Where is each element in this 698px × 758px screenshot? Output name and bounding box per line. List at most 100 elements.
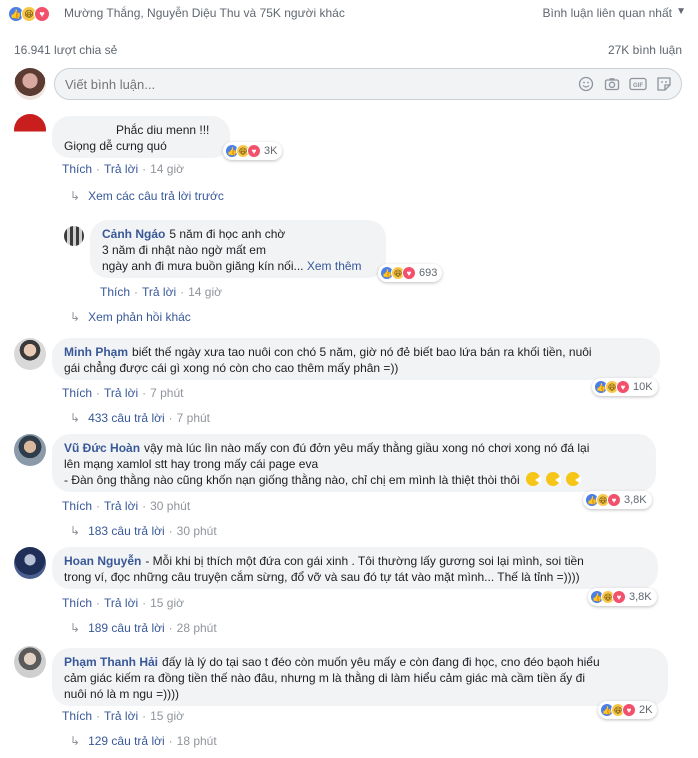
reply-button[interactable]: Trả lời: [104, 596, 138, 610]
view-previous-replies[interactable]: ↳ Xem các câu trả lời trước: [70, 189, 224, 203]
camera-icon[interactable]: [603, 75, 621, 93]
view-replies[interactable]: ↳ 183 câu trả lời · 30 phút: [70, 524, 217, 538]
reaction-names[interactable]: Mường Thắng, Nguyễn Diệu Thu và 75K ngườ…: [64, 6, 345, 20]
sort-dropdown[interactable]: Bình luận liên quan nhất: [543, 6, 672, 20]
comment-count[interactable]: 27K bình luận: [608, 43, 682, 57]
like-button[interactable]: Thích: [62, 162, 92, 176]
like-button[interactable]: Thích: [62, 709, 92, 723]
comment-text: nuôi nó là m ngu =)))): [64, 687, 180, 701]
reply-arrow-icon: ↳: [70, 734, 81, 748]
comment-text: cảm giác kiếm ra đồng tiền thế nào đâu, …: [64, 671, 585, 685]
comment-bubble: Phạm Thanh Hải đấy là lý do tại sao t đéo…: [52, 648, 668, 706]
comment-time[interactable]: 15 giờ: [150, 709, 184, 723]
love-icon: ♥: [402, 266, 416, 280]
comment-author[interactable]: Hoan Nguyễn: [64, 554, 141, 568]
comment-text: đấy là lý do tại sao t đéo còn muốn yêu …: [162, 655, 600, 669]
comment-author[interactable]: Cảnh Ngáo: [102, 227, 165, 241]
love-icon: ♥: [247, 144, 261, 158]
reply-button[interactable]: Trả lời: [104, 386, 138, 400]
comment-time[interactable]: 14 giờ: [188, 285, 222, 299]
comment-input[interactable]: [65, 77, 465, 92]
comment-author[interactable]: Minh Phạm: [64, 345, 128, 359]
avatar[interactable]: [14, 547, 46, 579]
comment-actions: Thích · Trả lời · 7 phút: [62, 386, 184, 400]
avatar[interactable]: [64, 226, 84, 246]
reply-button[interactable]: Trả lời: [142, 285, 176, 299]
like-button[interactable]: Thích: [100, 285, 130, 299]
comment-actions: Thích · Trả lời · 15 giờ: [62, 596, 184, 610]
comment-time[interactable]: 14 giờ: [150, 162, 184, 176]
comment-time[interactable]: 15 giờ: [150, 596, 184, 610]
comment-time[interactable]: 7 phút: [150, 386, 183, 400]
reply-arrow-icon: ↳: [70, 189, 81, 203]
gif-icon[interactable]: GIF: [629, 75, 647, 93]
comment-actions: Thích · Trả lời · 15 giờ: [62, 709, 184, 723]
current-user-avatar: [14, 68, 46, 100]
comment-actions: Thích · Trả lời · 14 giờ: [62, 162, 184, 176]
comment-bubble: Minh Phạm biết thế ngày xưa tao nuôi con …: [52, 338, 660, 380]
comment-bubble: Vũ Đức Hoàn vậy mà lúc lìn nào mấy con đú…: [52, 434, 656, 492]
avatar[interactable]: [14, 434, 46, 466]
comment-bubble: Cảnh Ngáo 5 năm đi học anh chờ 3 năm đi n…: [90, 220, 386, 278]
comment-text: - Mỗi khi bị thích một đứa con gái xinh …: [145, 554, 584, 568]
comment-author[interactable]: Phạm Thanh Hải: [64, 655, 158, 669]
reaction-badge[interactable]: 👍 😆 ♥ 3,8K: [588, 588, 657, 606]
comment-actions: Thích · Trả lời · 30 phút: [62, 499, 191, 513]
reply-button[interactable]: Trả lời: [104, 709, 138, 723]
reply-arrow-icon: ↳: [70, 310, 81, 324]
like-button[interactable]: Thích: [62, 499, 92, 513]
reply-arrow-icon: ↳: [70, 524, 81, 538]
reaction-badge[interactable]: 👍 😆 ♥ 3,8K: [583, 491, 652, 509]
comment-text: Giọng dễ cưng quó: [64, 139, 167, 153]
like-button[interactable]: Thích: [62, 386, 92, 400]
pacman-emoji-icon: [565, 472, 581, 486]
sticker-icon[interactable]: [655, 75, 673, 93]
view-replies[interactable]: ↳ 129 câu trả lời · 18 phút: [70, 734, 217, 748]
comment-composer: GIF: [54, 68, 682, 100]
comment-time[interactable]: 30 phút: [150, 499, 190, 513]
avatar[interactable]: [14, 114, 46, 146]
comment-text: - Đàn ông thằng nào cũng khốn nạn giống …: [64, 473, 520, 487]
reply-button[interactable]: Trả lời: [104, 499, 138, 513]
love-icon: ♥: [622, 703, 636, 717]
like-button[interactable]: Thích: [62, 596, 92, 610]
see-more-link[interactable]: Xem thêm: [307, 259, 362, 273]
comment-bubble: Phắc diu menn !!! Giọng dễ cưng quó: [52, 116, 230, 158]
svg-text:GIF: GIF: [633, 83, 643, 89]
love-icon: ♥: [34, 6, 50, 22]
reaction-badge[interactable]: 👍 😆 ♥ 10K: [592, 378, 658, 396]
reactions-summary-bar: 👍 😆 ♥ Mường Thắng, Nguyễn Diệu Thu và 75…: [0, 0, 698, 28]
emoji-icon[interactable]: [577, 75, 595, 93]
chevron-down-icon[interactable]: ▼: [676, 6, 686, 17]
reply-button[interactable]: Trả lời: [104, 162, 138, 176]
view-replies[interactable]: ↳ 189 câu trả lời · 28 phút: [70, 621, 217, 635]
comment-text: biết thế ngày xưa tao nuôi con chó 5 năm…: [132, 345, 592, 359]
view-more-replies[interactable]: ↳ Xem phản hồi khác: [70, 310, 191, 324]
reply-arrow-icon: ↳: [70, 411, 81, 425]
comment-text: 3 năm đi nhật nào ngờ mất em: [102, 243, 266, 257]
love-icon: ♥: [612, 590, 626, 604]
avatar[interactable]: [14, 646, 46, 678]
comment-text: ngày anh đi mưa buồn giăng kín nối...: [102, 259, 304, 273]
reaction-badge[interactable]: 👍 😆 ♥ 693: [378, 264, 443, 282]
love-icon: ♥: [616, 380, 630, 394]
love-icon: ♥: [607, 493, 621, 507]
comment-text: 5 năm đi học anh chờ: [169, 227, 286, 241]
reply-arrow-icon: ↳: [70, 621, 81, 635]
reaction-icons[interactable]: 👍 😆 ♥: [8, 6, 50, 22]
pacman-emoji-icon: [525, 472, 541, 486]
comment-text: Phắc diu menn !!!: [116, 123, 210, 137]
comment-actions: Thích · Trả lời · 14 giờ: [100, 285, 222, 299]
reaction-badge[interactable]: 👍 😆 ♥ 2K: [598, 701, 658, 719]
comment-text: lên mạng xamlol stt hay trong mấy cái pa…: [64, 457, 319, 471]
comment-text: gái chẳng được cái gì xong nó còn cho ca…: [64, 361, 399, 375]
reaction-badge[interactable]: 👍 😆 ♥ 3K: [223, 142, 283, 160]
comment-bubble: Hoan Nguyễn - Mỗi khi bị thích một đứa co…: [52, 547, 658, 589]
comment-author[interactable]: Vũ Đức Hoàn: [64, 441, 140, 455]
share-count[interactable]: 16.941 lượt chia sẻ: [14, 43, 117, 57]
avatar[interactable]: [14, 338, 46, 370]
view-replies[interactable]: ↳ 433 câu trả lời · 7 phút: [70, 411, 210, 425]
pacman-emoji-icon: [545, 472, 561, 486]
comment-text: trong ví, đọc những câu truyện cắm sừng,…: [64, 570, 580, 584]
comment-text: vậy mà lúc lìn nào mấy con đú đởn yêu mấ…: [144, 441, 590, 455]
